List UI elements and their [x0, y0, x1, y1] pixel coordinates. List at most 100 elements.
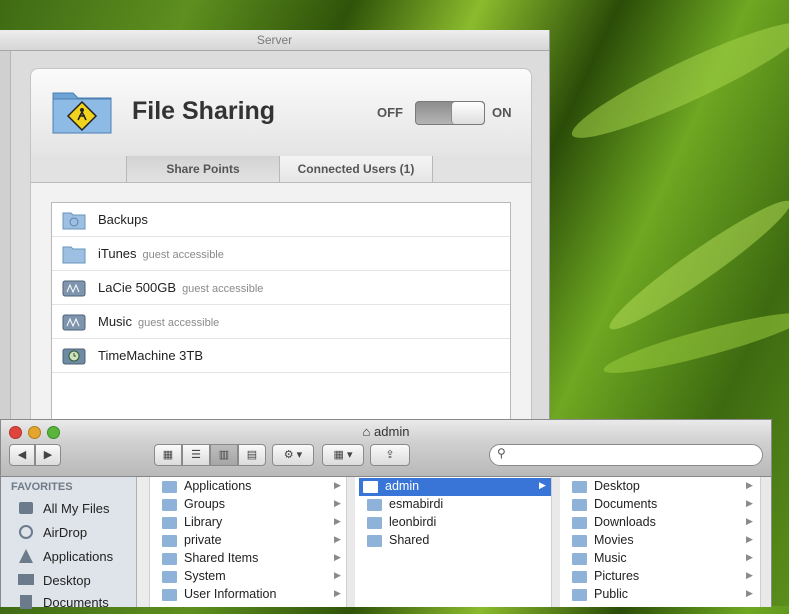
- list-item[interactable]: Downloads ▶: [568, 514, 758, 532]
- list-item[interactable]: Documents ▶: [568, 496, 758, 514]
- share-name: Music: [98, 314, 132, 329]
- share-points-list: Backups iTunes guest accessible LaCie 500…: [51, 202, 511, 434]
- finder-column-root: Applications ▶ Groups ▶ Library ▶ private ▶ …: [150, 477, 347, 607]
- minimize-button[interactable]: [28, 426, 41, 439]
- back-button[interactable]: ◀: [9, 444, 35, 466]
- item-label: Public: [594, 587, 629, 601]
- column-view-button[interactable]: ▥: [210, 444, 238, 466]
- share-note: guest accessible: [137, 317, 220, 329]
- list-item[interactable]: leonbirdi: [363, 514, 549, 532]
- close-button[interactable]: [9, 426, 22, 439]
- list-item[interactable]: esmabirdi: [363, 496, 549, 514]
- sidebar-item-applications[interactable]: Applications: [17, 546, 132, 568]
- arrange-icon: ▦ ▾: [333, 449, 353, 461]
- list-item[interactable]: Library ▶: [158, 514, 344, 532]
- pictures-folder-icon: [572, 571, 587, 583]
- item-label: admin: [385, 479, 420, 493]
- back-arrow-icon: ◀: [17, 449, 27, 461]
- share-label: LaCie 500GB guest accessible: [98, 280, 263, 295]
- list-view-button[interactable]: ☰: [182, 444, 210, 466]
- home-icon: ⌂: [362, 424, 371, 439]
- timemachine-drive-icon: [62, 348, 86, 365]
- list-item[interactable]: Public ▶: [568, 586, 758, 604]
- item-label: Library: [184, 515, 223, 529]
- file-sharing-header: File Sharing OFF ON: [31, 69, 531, 157]
- item-label: System: [184, 569, 226, 583]
- drive-icon: [62, 314, 86, 331]
- share-row-backups[interactable]: Backups: [52, 203, 510, 237]
- zoom-button[interactable]: [47, 426, 60, 439]
- chevron-right-icon: ▶: [746, 516, 753, 526]
- backup-folder-icon: [62, 212, 86, 230]
- chevron-right-icon: ▶: [746, 534, 753, 544]
- list-item[interactable]: Movies ▶: [568, 532, 758, 550]
- list-item[interactable]: Shared: [363, 532, 549, 550]
- toggle-knob[interactable]: [451, 102, 484, 124]
- list-item[interactable]: Pictures ▶: [568, 568, 758, 586]
- sidebar-scrollbar[interactable]: [137, 477, 150, 607]
- documents-folder-icon: [572, 499, 587, 511]
- applications-icon: [19, 549, 33, 563]
- action-menu-button[interactable]: ⚙ ▾: [272, 444, 314, 466]
- share-row-lacie[interactable]: LaCie 500GB guest accessible: [52, 271, 510, 305]
- list-item[interactable]: Applications ▶: [158, 478, 344, 496]
- list-item[interactable]: Shared Items ▶: [158, 550, 344, 568]
- airdrop-icon: [19, 525, 33, 539]
- tab-share-points[interactable]: Share Points: [126, 156, 280, 182]
- folder-icon: [162, 481, 177, 493]
- list-item[interactable]: User Information ▶: [158, 586, 344, 604]
- list-item[interactable]: private ▶: [158, 532, 344, 550]
- sidebar-item-desktop[interactable]: Desktop: [17, 570, 132, 592]
- item-label: Downloads: [594, 515, 656, 529]
- chevron-right-icon: ▶: [334, 534, 341, 544]
- share-row-itunes[interactable]: iTunes guest accessible: [52, 237, 510, 271]
- item-label: Groups: [184, 497, 225, 511]
- chevron-right-icon: ▶: [334, 516, 341, 526]
- sidebar-item-all-my-files[interactable]: All My Files: [17, 498, 132, 520]
- list-item[interactable]: Desktop ▶: [568, 478, 758, 496]
- icon-view-button[interactable]: ▦: [154, 444, 182, 466]
- item-label: private: [184, 533, 222, 547]
- search-input[interactable]: ⚲: [489, 444, 763, 466]
- list-item[interactable]: Groups ▶: [158, 496, 344, 514]
- server-sidebar-edge: [0, 51, 11, 431]
- folder-icon: [162, 589, 177, 601]
- sidebar-item-label: Documents: [43, 595, 109, 610]
- favorites-heading: FAVORITES: [11, 481, 73, 493]
- list-item[interactable]: System ▶: [158, 568, 344, 586]
- list-item-selected[interactable]: admin ▶: [359, 478, 551, 496]
- coverflow-view-button[interactable]: ▤: [238, 444, 266, 466]
- window-title: ⌂ admin: [363, 424, 410, 439]
- sidebar-item-label: All My Files: [43, 501, 110, 516]
- list-item[interactable]: Music ▶: [568, 550, 758, 568]
- item-label: Shared Items: [184, 551, 259, 565]
- folder-icon: [367, 535, 382, 547]
- arrange-menu-button[interactable]: ▦ ▾: [322, 444, 364, 466]
- share-button[interactable]: ⇪: [370, 444, 410, 466]
- tab-connected-users[interactable]: Connected Users (1): [279, 156, 433, 182]
- sidebar-item-documents[interactable]: Documents: [17, 592, 132, 614]
- chevron-right-icon: ▶: [746, 588, 753, 598]
- share-name: Backups: [98, 212, 148, 227]
- forward-button[interactable]: ▶: [35, 444, 61, 466]
- chevron-right-icon: ▶: [334, 480, 341, 490]
- home-folder-icon: [363, 481, 378, 493]
- share-row-music[interactable]: Music guest accessible: [52, 305, 510, 339]
- share-name: LaCie 500GB: [98, 280, 177, 295]
- file-sharing-toggle[interactable]: [415, 101, 485, 125]
- finder-window: ⌂ admin ◀ ▶ ▦ ☰ ▥ ▤ ⚙ ▾ ▦ ▾ ⇪ ⚲ FAVORITE…: [0, 419, 772, 610]
- sidebar-item-airdrop[interactable]: AirDrop: [17, 522, 132, 544]
- chevron-right-icon: ▶: [334, 570, 341, 580]
- all-files-icon: [19, 502, 33, 514]
- folder-icon: [162, 517, 177, 529]
- share-name: TimeMachine 3TB: [98, 348, 203, 363]
- finder-title-text: admin: [374, 424, 410, 439]
- sidebar-item-label: Applications: [43, 549, 114, 564]
- finder-column-admin: Desktop ▶ Documents ▶ Downloads ▶ Movies ▶ M…: [560, 477, 761, 607]
- desktop-icon: [18, 574, 34, 585]
- finder-titlebar: ⌂ admin: [1, 420, 771, 442]
- music-folder-icon: [572, 553, 587, 565]
- folder-icon: [62, 246, 86, 264]
- share-row-timemachine[interactable]: TimeMachine 3TB: [52, 339, 510, 373]
- share-name: iTunes: [98, 246, 137, 261]
